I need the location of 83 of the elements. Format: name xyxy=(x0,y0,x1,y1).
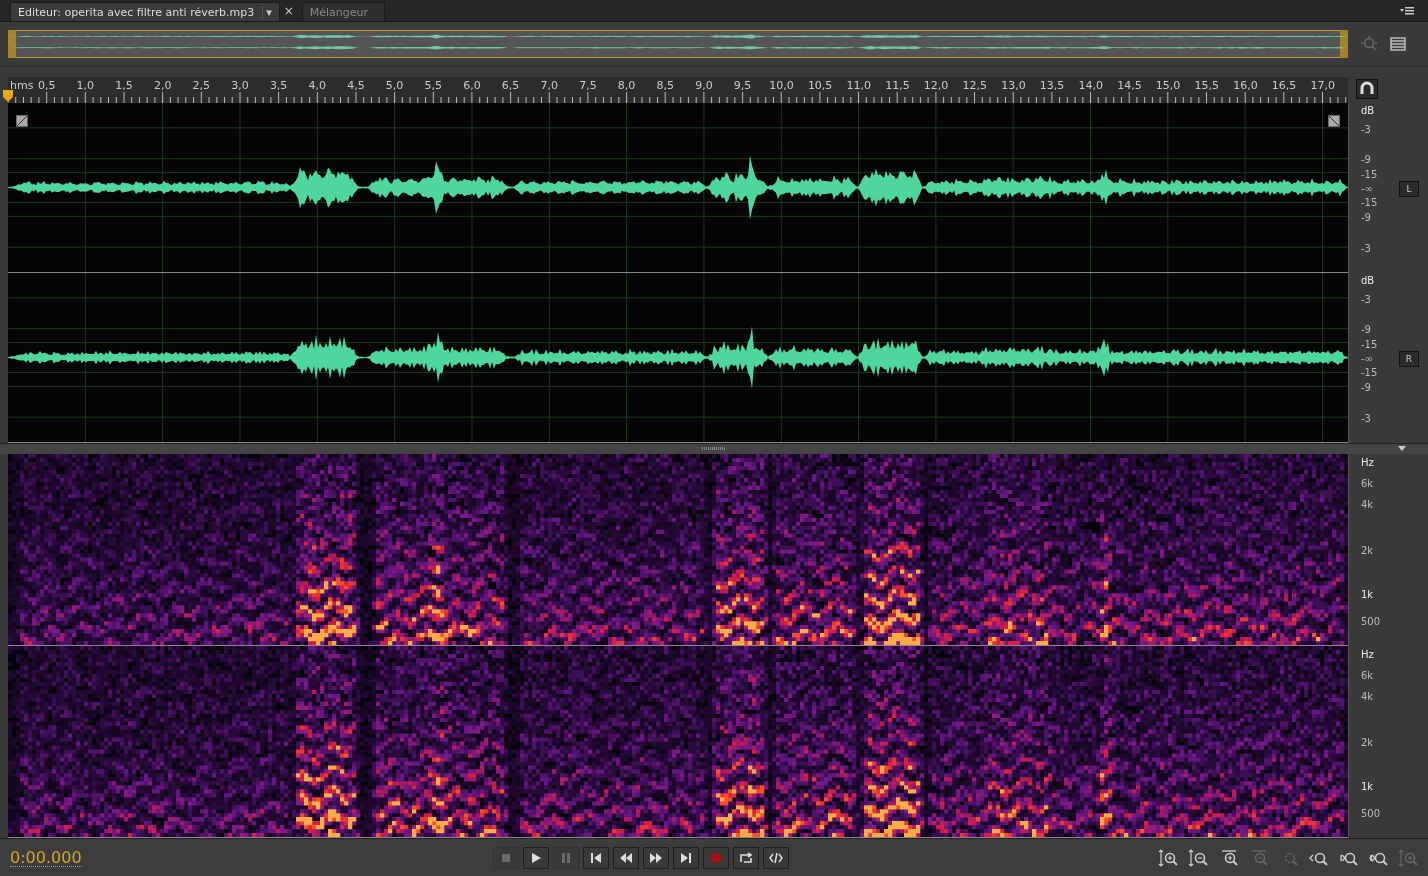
zoom-out-v-icon[interactable] xyxy=(1188,848,1210,867)
hz-scale-label: 1k xyxy=(1361,588,1374,600)
hz-scale-label: 4k xyxy=(1361,690,1374,702)
waveform-drawing[interactable] xyxy=(8,273,1348,442)
start-button[interactable] xyxy=(583,847,609,869)
bracket-arrows-icon xyxy=(769,852,783,864)
hz-scale-label: 1k xyxy=(1361,780,1374,792)
fade-in-handle-icon[interactable] xyxy=(16,115,28,127)
ruler-label: 12,5 xyxy=(962,79,987,92)
ruler-label: 15,5 xyxy=(1194,79,1219,92)
ruler-label: 14,0 xyxy=(1078,79,1103,92)
ruler-label: 10,5 xyxy=(807,79,832,92)
db-scale-label: -3 xyxy=(1361,242,1371,253)
db-scale-label: -3 xyxy=(1361,412,1371,423)
db-scale-label: -15 xyxy=(1361,338,1378,350)
hz-scale-label: 2k xyxy=(1361,736,1374,748)
db-scale-label: -∞ xyxy=(1361,352,1373,364)
spectrogram-drawing[interactable] xyxy=(8,454,1348,645)
db-scale-label: -15 xyxy=(1361,196,1378,208)
spectrogram-drawing[interactable] xyxy=(8,646,1348,837)
ruler-label: 15,0 xyxy=(1155,79,1180,92)
ruler-label: 13,5 xyxy=(1039,79,1064,92)
skip-to-end-icon xyxy=(679,852,693,864)
hz-scale-label: 2k xyxy=(1361,544,1374,556)
db-scale-label: dB xyxy=(1361,274,1375,286)
fast-forward-icon xyxy=(649,852,663,864)
db-scale-label: -3 xyxy=(1361,123,1371,134)
editor-tab[interactable]: Editeur: operita avec filtre anti réverb.mp3 ▾ xyxy=(10,2,280,21)
hz-scale-label: 6k xyxy=(1361,477,1374,489)
record-icon xyxy=(709,852,723,864)
hz-scale-label: 6k xyxy=(1361,669,1374,681)
hz-scale-label: 4k xyxy=(1361,498,1374,510)
list-icon[interactable] xyxy=(1390,37,1406,51)
ruler-label: 11,5 xyxy=(885,79,910,92)
db-scale-label: dB xyxy=(1361,104,1375,116)
play-icon xyxy=(529,852,543,864)
splitter-handle[interactable] xyxy=(702,447,726,450)
hz-scale-label: 500 xyxy=(1361,615,1381,627)
db-scale-label: -9 xyxy=(1361,211,1371,223)
hz-scale-label: Hz xyxy=(1361,648,1374,660)
zoom-in-v-icon[interactable] xyxy=(1158,848,1180,867)
panel-menu-icon[interactable] xyxy=(1400,5,1414,16)
db-scale-label: -∞ xyxy=(1361,182,1373,194)
fade-out-handle-icon[interactable] xyxy=(1328,115,1340,127)
time-ruler[interactable]: hms 0,5 1,0 1,5 2,0 2,5 3,0 3,5 4,0 4,5 5,0 5,5 6,0 6,5 7,0 7,5 8,0 8,5 9,0 9,5 10,0 10,5 11,0 11,5 12,0 12,5 13,0 13,5 14,0 14,5 15,0 15,5 16,0 16,5 17,0 xyxy=(8,77,1348,103)
rewind-icon xyxy=(619,852,633,864)
stop-icon xyxy=(499,852,513,864)
ruler-label: 16,0 xyxy=(1233,79,1258,92)
ruler-label: 12,0 xyxy=(923,79,948,92)
hz-scale-label: Hz xyxy=(1361,456,1374,468)
db-scale-label: -9 xyxy=(1361,381,1371,393)
ruler-label: 16,5 xyxy=(1271,79,1296,92)
db-scale-label: -9 xyxy=(1361,323,1371,335)
ruler-label: 10,0 xyxy=(769,79,794,92)
db-scale-label: -15 xyxy=(1361,168,1378,180)
dropdown-arrow-icon[interactable] xyxy=(1398,446,1406,451)
channel-button[interactable]: L xyxy=(1399,181,1419,198)
playhead-icon[interactable] xyxy=(2,89,14,103)
overview-waveform-drawing[interactable] xyxy=(8,30,1348,58)
skip-button[interactable] xyxy=(763,847,789,869)
rewind-button[interactable] xyxy=(613,847,639,869)
ruler-label: 13,0 xyxy=(1001,79,1026,92)
loop-button[interactable] xyxy=(733,847,759,869)
ruler-label: 14,5 xyxy=(1117,79,1142,92)
time-display[interactable]: 0:00.000 xyxy=(10,848,82,867)
editor-tab[interactable]: Mélangeur xyxy=(301,2,386,21)
db-scale-label: -9 xyxy=(1361,153,1371,165)
forward-button[interactable] xyxy=(643,847,669,869)
close-icon[interactable]: × xyxy=(283,3,294,18)
skip-to-start-icon xyxy=(589,852,603,864)
waveform-drawing[interactable] xyxy=(8,103,1348,272)
db-scale-label: -15 xyxy=(1361,366,1378,378)
snap-magnet-icon[interactable] xyxy=(1356,79,1378,99)
pause-icon xyxy=(559,852,573,864)
ruler-unit-label: hms xyxy=(10,79,34,92)
play-button[interactable] xyxy=(523,847,549,869)
channel-button[interactable]: R xyxy=(1399,351,1419,368)
ruler-label: 11,0 xyxy=(846,79,871,92)
db-scale-label: -3 xyxy=(1361,293,1371,304)
end-button[interactable] xyxy=(673,847,699,869)
loop-icon xyxy=(739,852,753,864)
ruler-label: 17,0 xyxy=(1310,79,1335,92)
hz-scale-label: 500 xyxy=(1361,807,1381,819)
